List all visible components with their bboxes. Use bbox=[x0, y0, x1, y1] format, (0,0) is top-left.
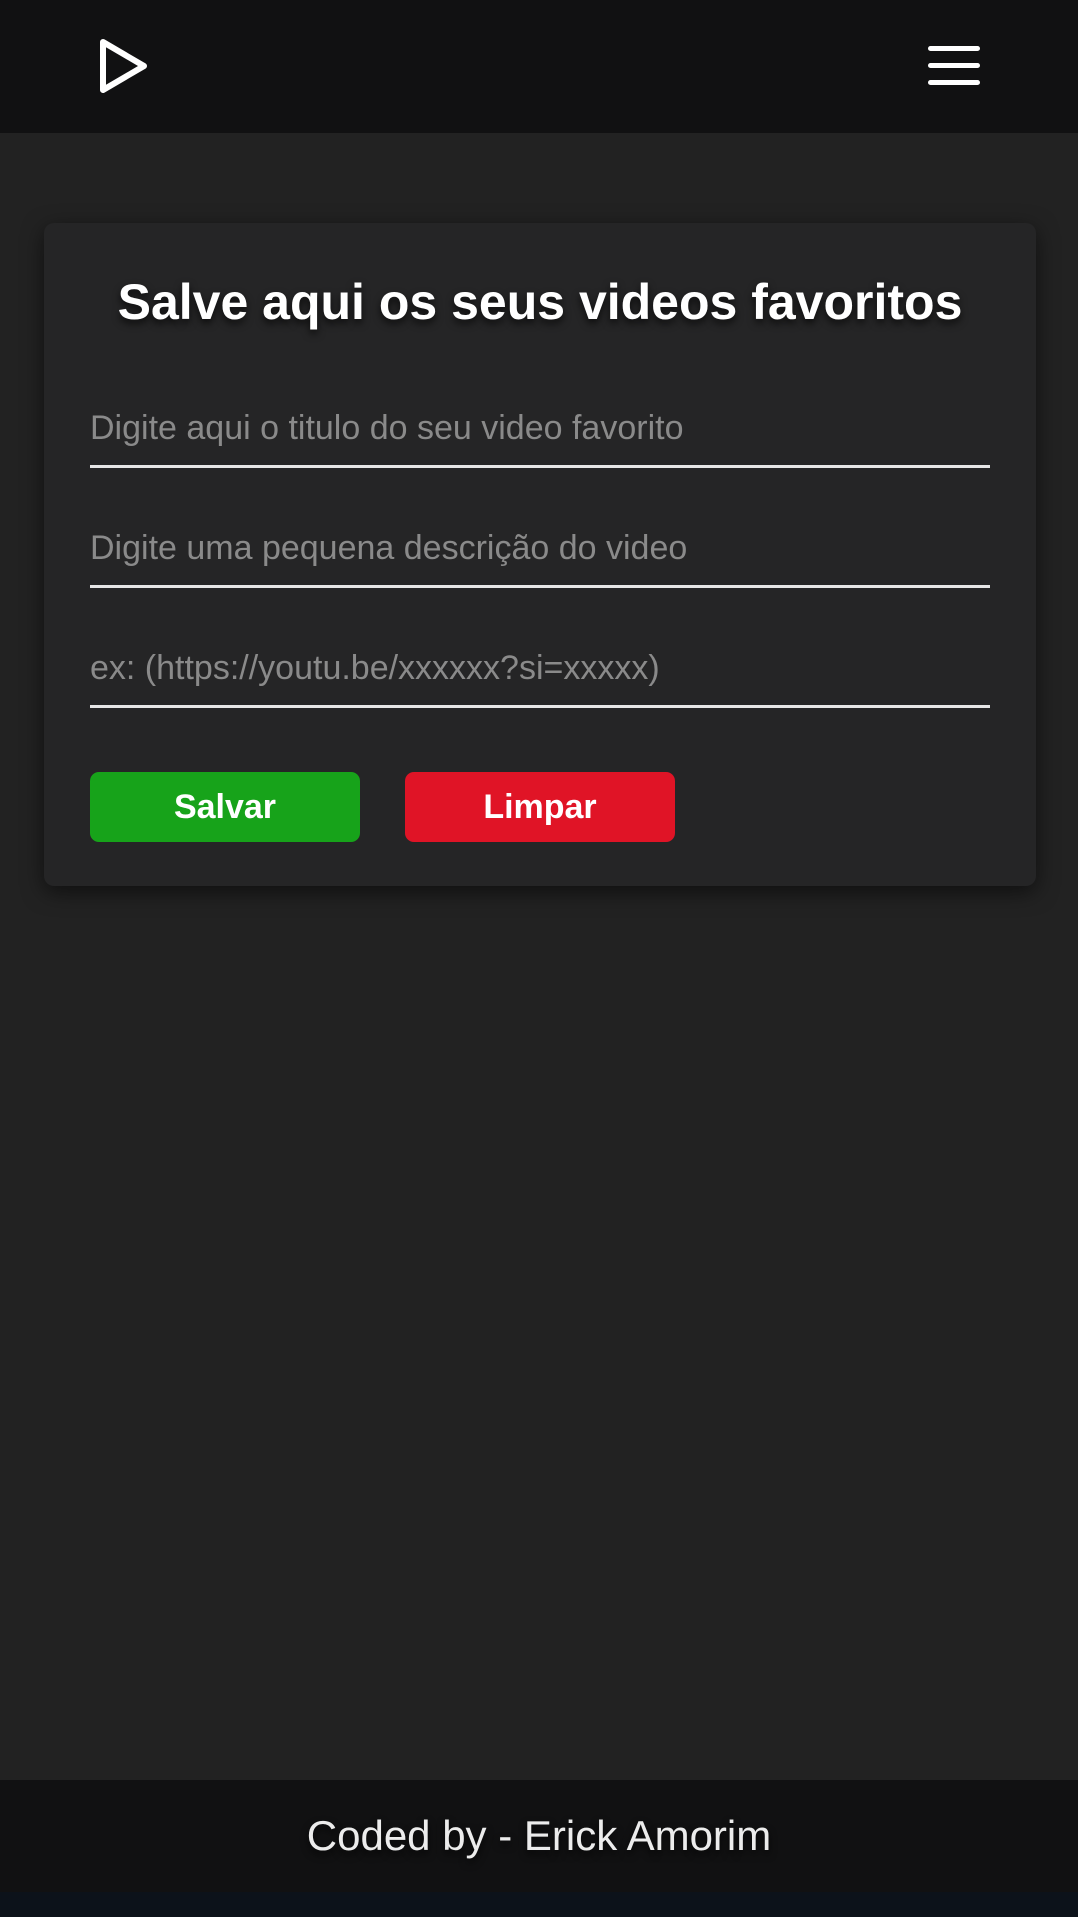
footer-credit: Coded by - Erick Amorim bbox=[306, 1812, 772, 1859]
footer: Coded by - Erick Amorim bbox=[0, 1780, 1078, 1892]
video-url-input[interactable] bbox=[90, 638, 990, 708]
hamburger-menu-icon[interactable] bbox=[926, 42, 982, 90]
video-description-input[interactable] bbox=[90, 518, 990, 588]
play-icon[interactable] bbox=[96, 36, 152, 96]
bottom-strip bbox=[0, 1892, 1078, 1917]
clear-button[interactable]: Limpar bbox=[405, 772, 675, 842]
top-navbar bbox=[0, 0, 1078, 133]
video-title-input[interactable] bbox=[90, 398, 990, 468]
form-title: Salve aqui os seus videos favoritos bbox=[117, 274, 963, 330]
video-form-card: Salve aqui os seus videos favoritos Salv… bbox=[44, 223, 1036, 886]
save-button[interactable]: Salvar bbox=[90, 772, 360, 842]
